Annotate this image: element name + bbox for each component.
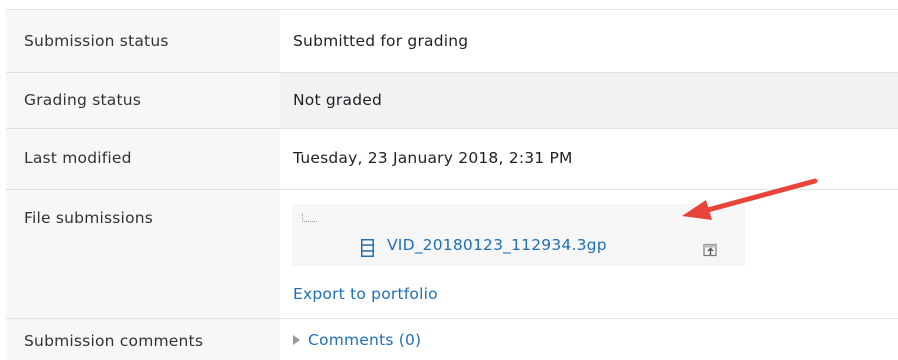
value-cell: Comments (0): [280, 319, 898, 360]
row-grading-status: Grading status Not graded: [6, 72, 898, 128]
label-cell: File submissions: [6, 190, 280, 318]
last-modified-value: Tuesday, 23 January 2018, 2:31 PM: [293, 149, 573, 167]
label-cell: Submission status: [6, 10, 280, 72]
tree-connector: [302, 213, 317, 222]
submission-status-label: Submission status: [24, 32, 169, 50]
row-submission-comments: Submission comments Comments (0): [6, 318, 898, 360]
value-cell: Submitted for grading: [280, 10, 898, 72]
submission-status-value: Submitted for grading: [293, 32, 469, 50]
label-cell: Last modified: [6, 129, 280, 189]
value-cell: VID_20180123_112934.3gp Export to portfo…: [280, 190, 898, 318]
export-to-portfolio-link[interactable]: Export to portfolio: [293, 285, 438, 303]
file-link[interactable]: VID_20180123_112934.3gp: [387, 236, 607, 254]
comments-toggle[interactable]: Comments (0): [293, 331, 421, 349]
row-last-modified: Last modified Tuesday, 23 January 2018, …: [6, 128, 898, 189]
grading-status-label: Grading status: [24, 91, 142, 109]
portfolio-export-icon[interactable]: [703, 242, 718, 257]
submission-comments-label: Submission comments: [24, 332, 204, 350]
row-submission-status: Submission status Submitted for grading: [6, 9, 898, 72]
value-cell: Not graded: [280, 73, 898, 128]
value-cell: Tuesday, 23 January 2018, 2:31 PM: [280, 129, 898, 189]
video-file-icon: [361, 239, 374, 257]
file-submissions-label: File submissions: [24, 209, 154, 227]
grading-status-value: Not graded: [293, 91, 383, 109]
last-modified-label: Last modified: [24, 149, 132, 167]
label-cell: Grading status: [6, 73, 280, 128]
comments-link[interactable]: Comments (0): [308, 331, 421, 349]
label-cell: Submission comments: [6, 319, 280, 360]
file-tree: VID_20180123_112934.3gp: [292, 204, 745, 266]
row-file-submissions: File submissions VID_20180123_112934.3gp…: [6, 189, 898, 318]
caret-right-icon: [293, 335, 300, 345]
